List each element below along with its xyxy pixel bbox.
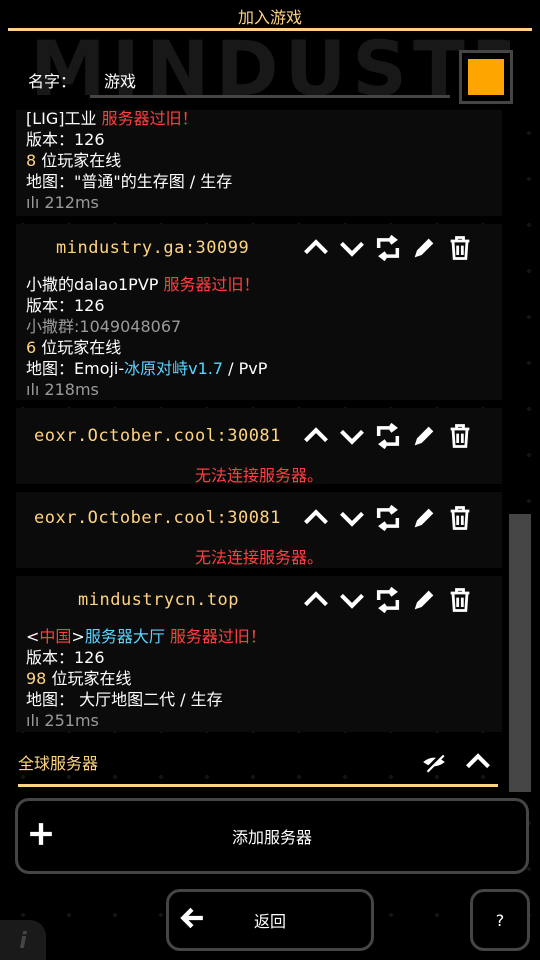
server-version: 版本：126 bbox=[26, 296, 105, 315]
server-host: mindustry.ga:30099 bbox=[56, 238, 250, 258]
server-players: 98 位玩家在线 bbox=[26, 669, 132, 688]
edit-icon[interactable] bbox=[408, 502, 440, 534]
server-name-line: 小撒的dalao1PVP 服务器过旧！ bbox=[26, 275, 260, 294]
page-title: 加入游戏 bbox=[237, 8, 302, 27]
delete-icon[interactable] bbox=[444, 420, 476, 452]
move-up-icon[interactable] bbox=[300, 502, 332, 534]
server-map: 地图：Emoji-冰原对峙v1.7 / PvP bbox=[26, 359, 268, 378]
add-server-label: 添加服务器 bbox=[231, 828, 312, 847]
move-up-icon[interactable] bbox=[300, 584, 332, 616]
name-value: 游戏 bbox=[104, 72, 137, 91]
plus-icon bbox=[28, 821, 54, 851]
server-info: [LIG]工业 服务器过旧！ 版本：126 8 位玩家在线 地图："普通"的生存… bbox=[26, 110, 232, 213]
refresh-icon[interactable] bbox=[372, 502, 404, 534]
server-error: 无法连接服务器。 bbox=[194, 466, 323, 485]
title-divider bbox=[8, 28, 532, 31]
server-ping: ılı 251ms bbox=[26, 711, 99, 730]
server-map: 地图： 大厅地图二代 / 生存 bbox=[26, 690, 223, 709]
eye-off-icon[interactable] bbox=[418, 746, 450, 778]
add-server-button[interactable]: 添加服务器 bbox=[15, 798, 529, 874]
name-row: 名字： 游戏 bbox=[0, 48, 540, 106]
server-card[interactable]: [LIG]工业 服务器过旧！ 版本：126 8 位玩家在线 地图："普通"的生存… bbox=[16, 110, 502, 216]
back-button[interactable]: 返回 bbox=[166, 889, 374, 951]
player-color-swatch bbox=[468, 59, 504, 95]
server-version: 版本：126 bbox=[26, 130, 105, 149]
refresh-icon[interactable] bbox=[372, 232, 404, 264]
name-input[interactable]: 游戏 bbox=[90, 62, 450, 98]
back-label: 返回 bbox=[253, 912, 286, 931]
collapse-icon[interactable] bbox=[462, 746, 494, 778]
player-color-button[interactable] bbox=[459, 50, 513, 104]
edit-icon[interactable] bbox=[408, 584, 440, 616]
server-players: 8 位玩家在线 bbox=[26, 151, 122, 170]
global-servers-title: 全球服务器 bbox=[18, 754, 99, 773]
name-label: 名字： bbox=[28, 72, 77, 91]
server-name-line: [LIG]工业 服务器过旧！ bbox=[26, 110, 198, 128]
help-button[interactable]: ? bbox=[470, 889, 530, 951]
refresh-icon[interactable] bbox=[372, 420, 404, 452]
move-down-icon[interactable] bbox=[336, 584, 368, 616]
move-down-icon[interactable] bbox=[336, 232, 368, 264]
move-down-icon[interactable] bbox=[336, 420, 368, 452]
server-ping: ılı 218ms bbox=[26, 380, 99, 399]
server-actions bbox=[300, 502, 476, 534]
server-players: 6 位玩家在线 bbox=[26, 338, 122, 357]
server-name-line: <中国>服务器大厅 服务器过旧！ bbox=[26, 627, 266, 646]
move-up-icon[interactable] bbox=[300, 232, 332, 264]
server-host: eoxr.October.cool:30081 bbox=[34, 426, 281, 446]
delete-icon[interactable] bbox=[444, 584, 476, 616]
server-map: 地图："普通"的生存图 / 生存 bbox=[26, 172, 233, 191]
move-up-icon[interactable] bbox=[300, 420, 332, 452]
global-servers-header[interactable]: 全球服务器 bbox=[0, 742, 540, 792]
server-description: 小撒群:1049048067 bbox=[26, 317, 182, 336]
server-info: 小撒的dalao1PVP 服务器过旧！ 版本：126 小撒群:104904806… bbox=[26, 274, 267, 400]
server-host: mindustrycn.top bbox=[78, 590, 240, 610]
delete-icon[interactable] bbox=[444, 232, 476, 264]
edit-icon[interactable] bbox=[408, 232, 440, 264]
server-error: 无法连接服务器。 bbox=[194, 548, 323, 567]
delete-icon[interactable] bbox=[444, 502, 476, 534]
move-down-icon[interactable] bbox=[336, 502, 368, 534]
server-host: eoxr.October.cool:30081 bbox=[34, 508, 281, 528]
edit-icon[interactable] bbox=[408, 420, 440, 452]
server-info: <中国>服务器大厅 服务器过旧！ 版本：126 98 位玩家在线 地图： 大厅地… bbox=[26, 626, 266, 731]
server-actions bbox=[300, 420, 476, 452]
arrow-left-icon bbox=[179, 905, 205, 935]
server-ping: ılı 212ms bbox=[26, 193, 99, 212]
section-divider bbox=[18, 784, 498, 787]
server-actions bbox=[300, 584, 476, 616]
info-icon[interactable]: i bbox=[0, 920, 46, 960]
title-bar: 加入游戏 bbox=[0, 0, 540, 31]
server-version: 版本：126 bbox=[26, 648, 105, 667]
server-actions bbox=[300, 232, 476, 264]
help-label: ? bbox=[495, 910, 505, 930]
refresh-icon[interactable] bbox=[372, 584, 404, 616]
